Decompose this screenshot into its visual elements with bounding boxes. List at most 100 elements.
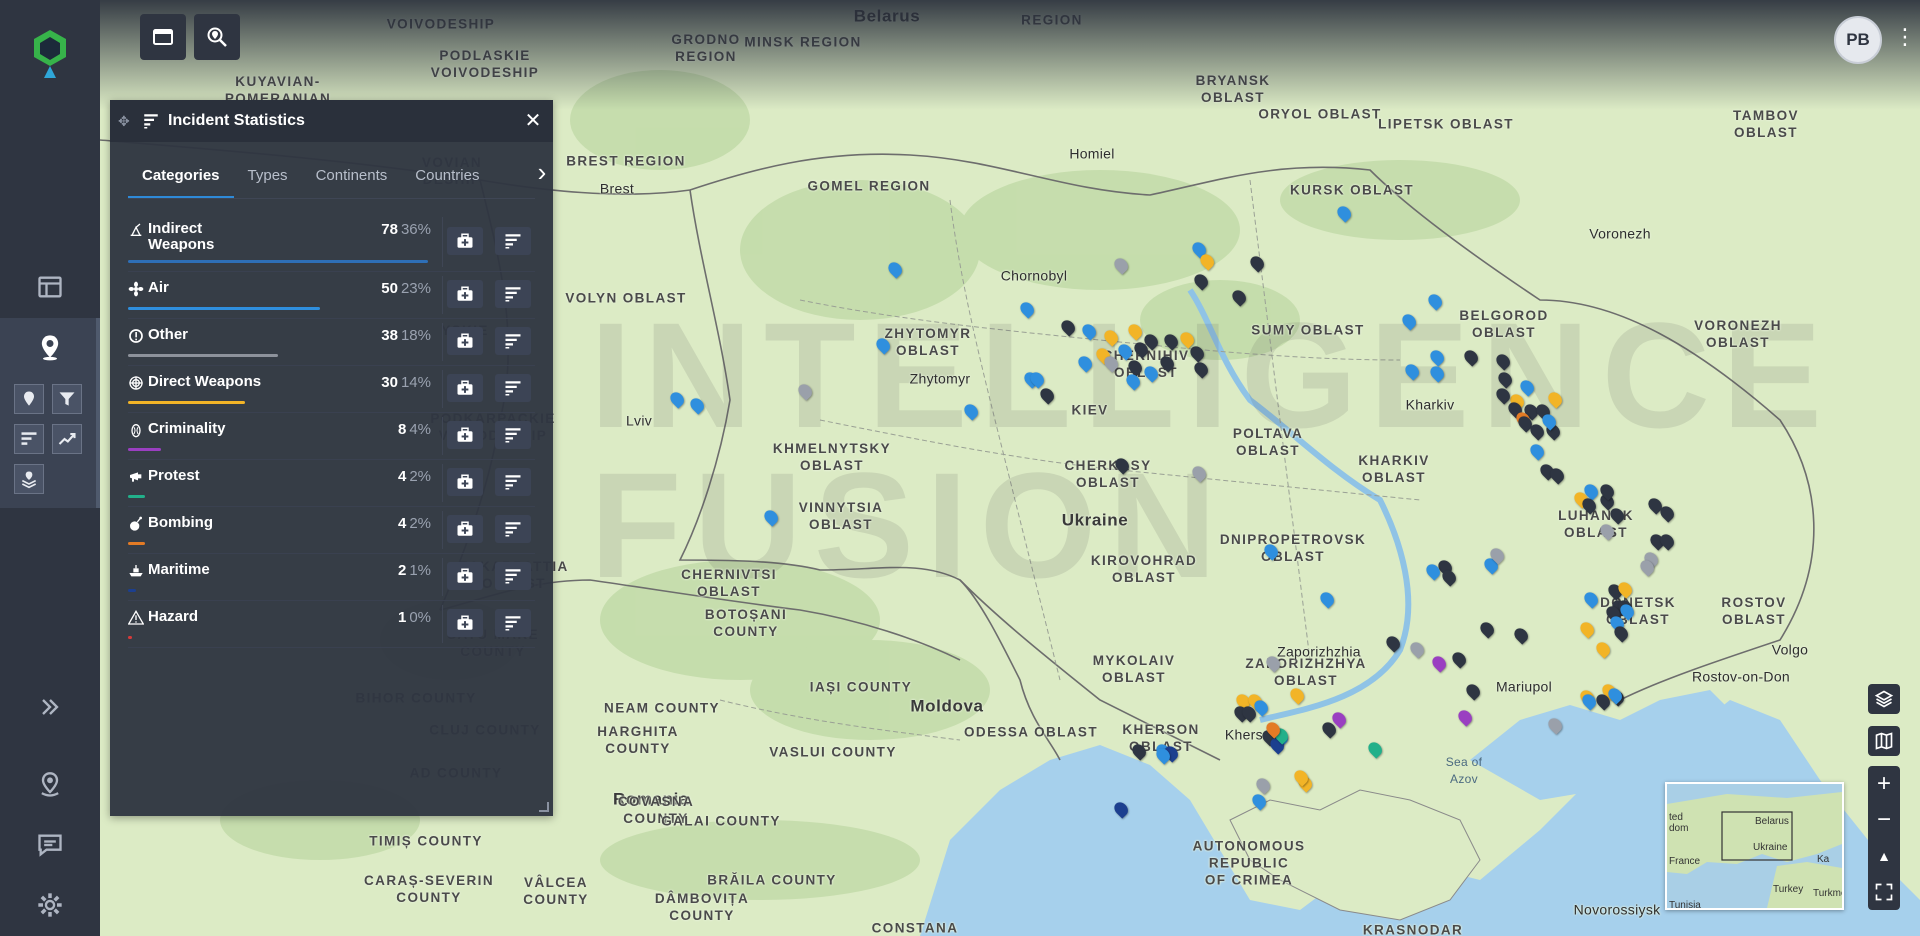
medkit-button[interactable]	[447, 468, 483, 496]
trend-icon	[58, 432, 76, 445]
direct-weapons-icon	[128, 375, 144, 391]
category-percent: 4%	[409, 421, 431, 438]
breakdown-button[interactable]	[495, 421, 531, 449]
layers-control-button[interactable]	[1868, 684, 1900, 714]
breakdown-button[interactable]	[495, 468, 531, 496]
medkit-button[interactable]	[447, 227, 483, 255]
category-row[interactable]: Protest 4 2%	[128, 460, 535, 507]
expand-nav-button[interactable]	[29, 686, 71, 728]
row-divider	[442, 605, 443, 643]
category-row[interactable]: Bombing 4 2%	[128, 507, 535, 554]
filter-icon	[59, 392, 75, 406]
fullscreen-icon	[1875, 883, 1893, 901]
breakdown-button[interactable]	[495, 280, 531, 308]
breakdown-button[interactable]	[495, 515, 531, 543]
category-bar	[128, 354, 278, 357]
dashboard-nav-button[interactable]	[29, 266, 71, 308]
panel-title: Incident Statistics	[168, 112, 305, 129]
category-row[interactable]: Indirect Weapons 78 36%	[128, 213, 535, 272]
dashboard-icon	[38, 276, 62, 298]
tab-continents[interactable]: Continents	[302, 167, 402, 198]
breakdown-button[interactable]	[495, 227, 531, 255]
map-icon	[1875, 732, 1893, 750]
breakdown-button[interactable]	[495, 562, 531, 590]
avatar[interactable]: PB	[1834, 16, 1882, 64]
category-bar	[128, 260, 428, 263]
row-divider	[442, 276, 443, 314]
statistics-button[interactable]	[14, 424, 44, 454]
fullscreen-button[interactable]	[1868, 874, 1900, 910]
pin-icon	[24, 391, 34, 406]
minimap-label: Turkey	[1773, 884, 1804, 895]
category-label: Maritime	[148, 561, 210, 578]
overview-minimap[interactable]: Belarus Ukraine Turkey France ted dom Turkme T…	[1665, 782, 1844, 910]
more-options-icon[interactable]: ⋮	[1894, 22, 1916, 54]
layers-pin-icon	[21, 471, 37, 489]
medkit-button[interactable]	[447, 374, 483, 402]
tab-types[interactable]: Types	[234, 167, 302, 198]
category-count: 30 14%	[381, 374, 431, 391]
filter-button[interactable]	[52, 384, 82, 414]
category-count: 4 2%	[397, 468, 431, 485]
panel-toggle-button[interactable]	[140, 14, 186, 60]
category-percent: 2%	[409, 468, 431, 485]
category-percent: 2%	[409, 515, 431, 532]
search-location-icon	[207, 27, 227, 47]
panel-header[interactable]: ✥ Incident Statistics ✕	[110, 100, 553, 142]
medkit-button[interactable]	[447, 562, 483, 590]
category-row[interactable]: Criminality 8 4%	[128, 413, 535, 460]
category-row[interactable]: Maritime 2 1%	[128, 554, 535, 601]
tab-countries[interactable]: Countries	[401, 167, 493, 198]
reports-nav-button[interactable]	[29, 824, 71, 866]
chevron-right-icon[interactable]: ›	[531, 156, 553, 192]
report-icon	[38, 834, 62, 857]
category-bar	[128, 542, 145, 545]
location-nav-button[interactable]	[29, 764, 71, 806]
minimap-label: Turkme	[1813, 888, 1844, 899]
breakdown-button[interactable]	[495, 327, 531, 355]
category-row[interactable]: Air 50 23%	[128, 272, 535, 319]
category-row[interactable]: Hazard 1 0%	[127, 601, 535, 648]
app-logo[interactable]	[30, 28, 70, 80]
bar-chart-icon	[21, 432, 37, 445]
breakdown-button[interactable]	[495, 374, 531, 402]
category-percent: 0%	[409, 609, 431, 626]
category-label: Air	[148, 279, 169, 296]
row-divider	[442, 464, 443, 502]
breakdown-button[interactable]	[495, 609, 531, 637]
resize-handle[interactable]	[539, 802, 549, 812]
category-percent: 14%	[400, 374, 431, 391]
drag-handle-icon[interactable]: ✥	[118, 113, 134, 130]
basemap-control-button[interactable]	[1868, 726, 1900, 756]
row-divider	[442, 417, 443, 455]
zoom-out-button[interactable]: −	[1868, 802, 1900, 838]
zoom-in-button[interactable]: +	[1868, 766, 1900, 802]
category-bar	[128, 589, 136, 592]
medkit-button[interactable]	[447, 421, 483, 449]
medkit-button[interactable]	[447, 515, 483, 543]
map-nav-button[interactable]	[29, 326, 71, 368]
north-arrow-icon[interactable]: ▲	[1868, 838, 1900, 874]
nav-active-indicator	[96, 318, 100, 508]
tab-categories[interactable]: Categories	[128, 167, 234, 198]
layers-button[interactable]	[14, 464, 44, 494]
layers-icon	[1874, 690, 1894, 708]
category-row[interactable]: Other 38 18%	[128, 319, 535, 366]
medkit-button[interactable]	[447, 327, 483, 355]
close-icon[interactable]: ✕	[521, 109, 545, 133]
category-count: 38 18%	[381, 327, 431, 344]
category-bar	[128, 636, 132, 639]
location-icon	[41, 772, 59, 797]
medkit-button[interactable]	[447, 280, 483, 308]
trends-button[interactable]	[52, 424, 82, 454]
category-label: Bombing	[148, 514, 213, 531]
settings-nav-button[interactable]	[29, 884, 71, 926]
minimap-label: Belarus	[1755, 816, 1789, 827]
medkit-button[interactable]	[447, 609, 483, 637]
category-row[interactable]: Direct Weapons 30 14%	[128, 366, 535, 413]
category-label: Indirect Weapons	[148, 220, 215, 253]
location-search-button[interactable]	[194, 14, 240, 60]
incidents-layer-button[interactable]	[14, 384, 44, 414]
category-label: Protest	[148, 467, 200, 484]
category-list: Indirect Weapons 78 36% Air 50 23% Other 38 18% D…	[110, 199, 553, 648]
